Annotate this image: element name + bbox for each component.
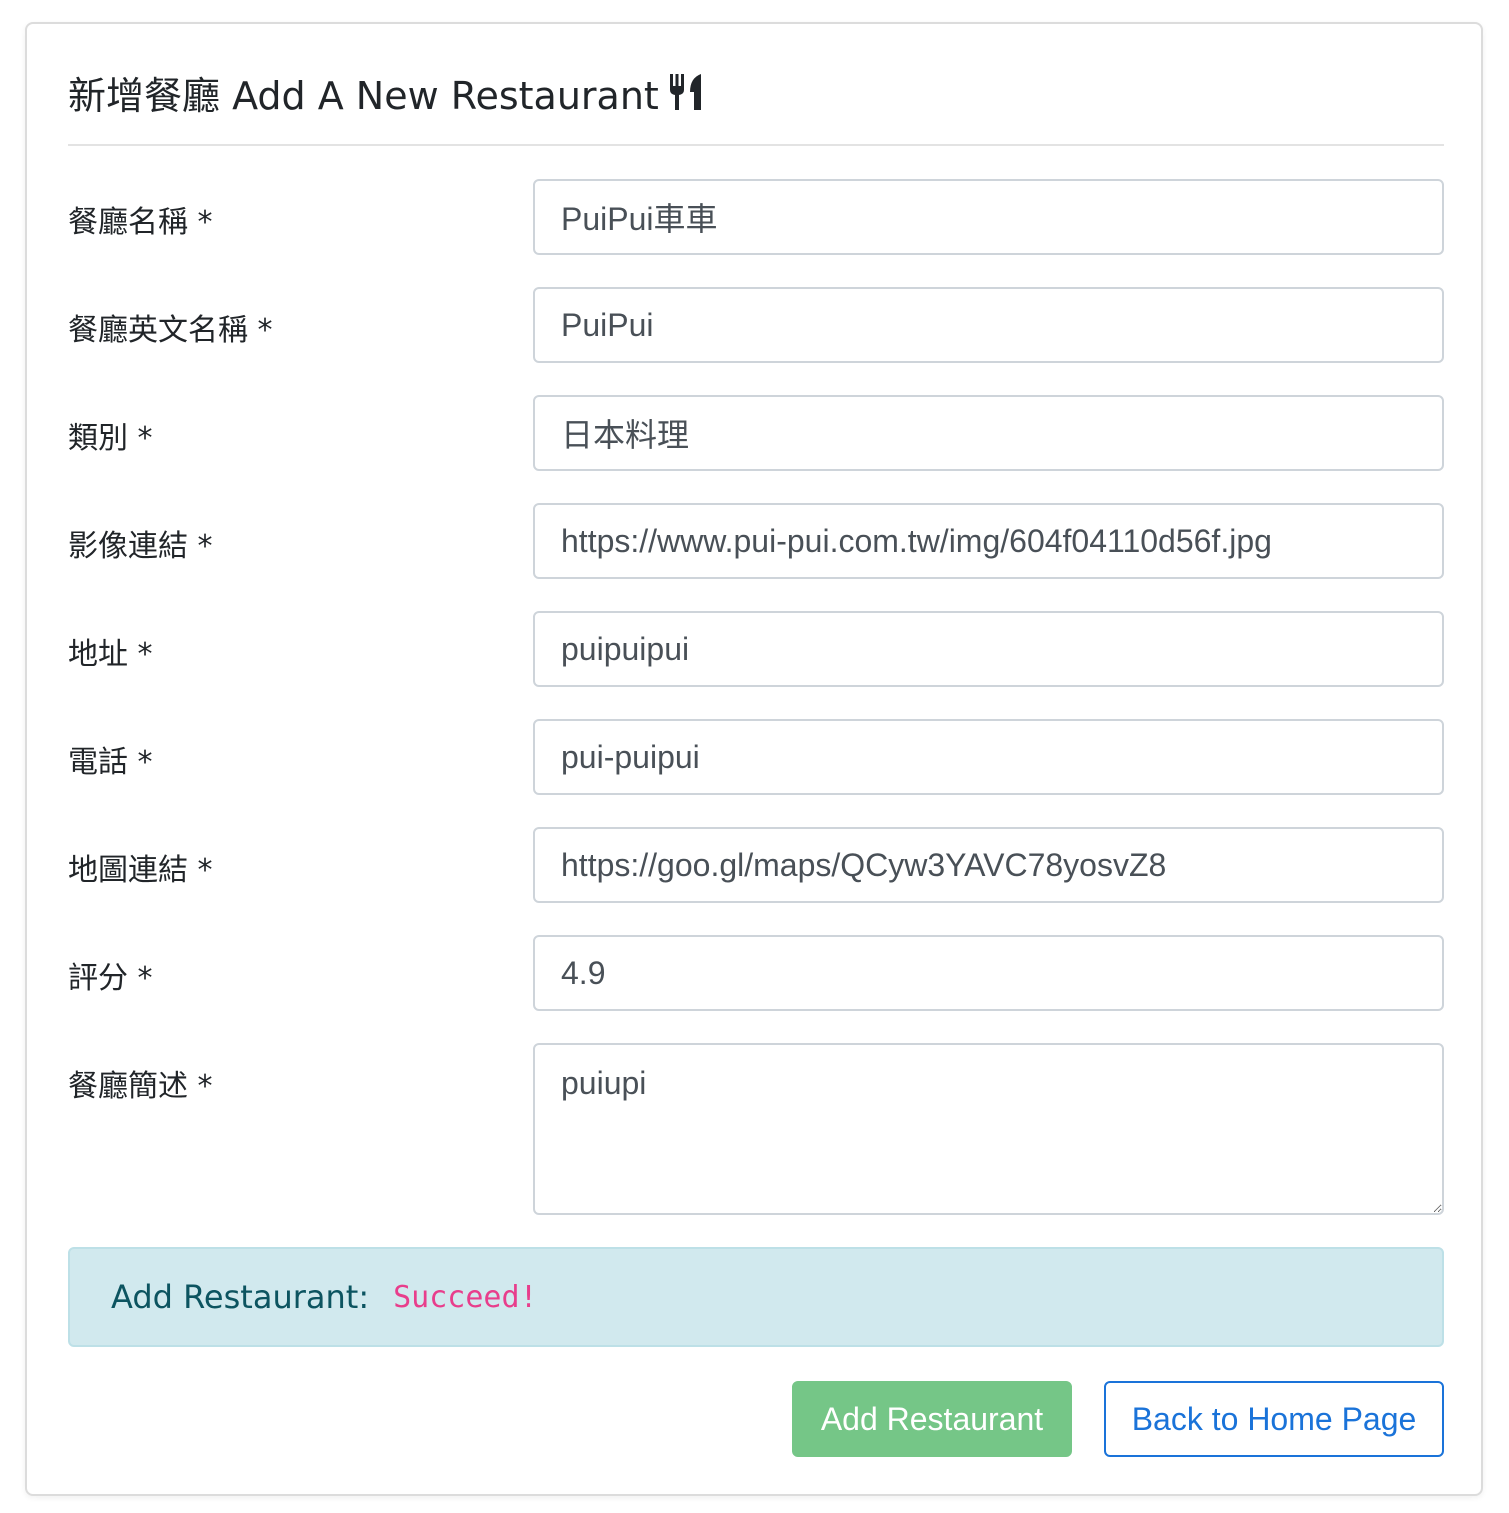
form-row-name-en: 餐廳英文名稱 * bbox=[68, 287, 1444, 363]
description-textarea[interactable]: puiupi bbox=[533, 1043, 1444, 1215]
image-url-input[interactable] bbox=[533, 503, 1444, 579]
category-label: 類別 * bbox=[68, 421, 153, 456]
back-to-home-button[interactable]: Back to Home Page bbox=[1104, 1381, 1444, 1457]
page-title-text: 新增餐廳 Add A New Restaurant bbox=[68, 73, 659, 118]
form-row-description: 餐廳簡述 * puiupi bbox=[68, 1043, 1444, 1215]
rating-label: 評分 * bbox=[68, 961, 153, 996]
add-restaurant-button[interactable]: Add Restaurant bbox=[792, 1381, 1072, 1457]
image-label: 影像連結 * bbox=[68, 529, 213, 564]
address-label: 地址 * bbox=[68, 637, 153, 672]
name-en-input[interactable] bbox=[533, 287, 1444, 363]
alert-status: Succeed! bbox=[393, 1279, 538, 1315]
title-divider bbox=[68, 144, 1444, 146]
category-input[interactable] bbox=[533, 395, 1444, 471]
status-alert: Add Restaurant: Succeed! bbox=[68, 1247, 1444, 1347]
utensils-icon bbox=[669, 72, 703, 112]
phone-label: 電話 * bbox=[68, 745, 153, 780]
name-en-label: 餐廳英文名稱 * bbox=[68, 313, 273, 348]
form-row-rating: 評分 * bbox=[68, 935, 1444, 1011]
form-row-category: 類別 * bbox=[68, 395, 1444, 471]
map-label: 地圖連結 * bbox=[68, 853, 213, 888]
description-label: 餐廳簡述 * bbox=[68, 1069, 213, 1104]
form-row-phone: 電話 * bbox=[68, 719, 1444, 795]
form-row-image: 影像連結 * bbox=[68, 503, 1444, 579]
form-row-address: 地址 * bbox=[68, 611, 1444, 687]
form-row-name: 餐廳名稱 * bbox=[68, 179, 1444, 255]
rating-input[interactable] bbox=[533, 935, 1444, 1011]
name-input[interactable] bbox=[533, 179, 1444, 255]
form-row-map: 地圖連結 * bbox=[68, 827, 1444, 903]
map-url-input[interactable] bbox=[533, 827, 1444, 903]
page-title: 新增餐廳 Add A New Restaurant bbox=[68, 64, 703, 120]
name-label: 餐廳名稱 * bbox=[68, 205, 213, 240]
add-restaurant-card: 新增餐廳 Add A New Restaurant 餐廳名稱 * 餐廳英文名稱 … bbox=[25, 22, 1483, 1496]
phone-input[interactable] bbox=[533, 719, 1444, 795]
address-input[interactable] bbox=[533, 611, 1444, 687]
alert-label: Add Restaurant: bbox=[111, 1278, 370, 1316]
